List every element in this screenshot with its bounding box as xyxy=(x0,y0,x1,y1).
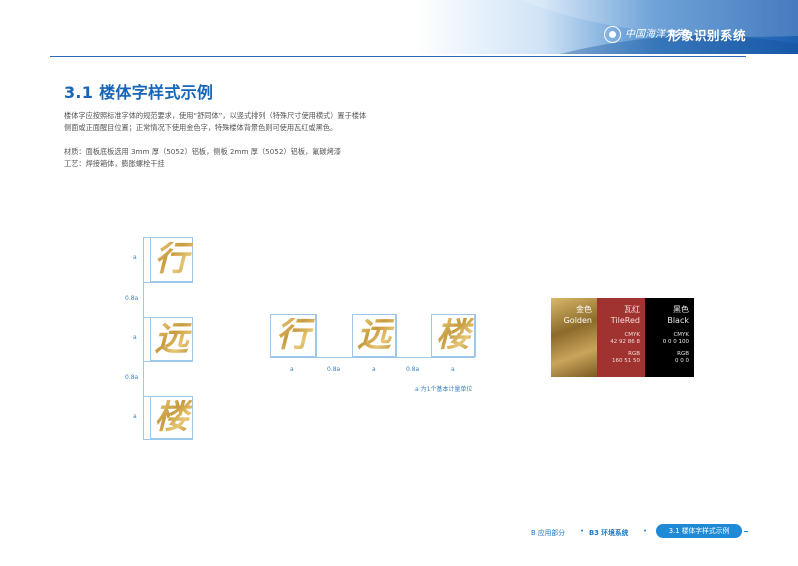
swatch-name-cn: 黑色 xyxy=(673,305,689,314)
intro-line-1: 楼体字应按照标准字体的规范要求，使用“舒同体”，以竖式排列（特殊尺寸使用横式）置… xyxy=(64,111,367,120)
dim-label: 0.8a xyxy=(327,366,341,373)
breadcrumb-separator: • xyxy=(643,527,648,535)
swatch-name-cn: 金色 xyxy=(576,305,592,314)
page-title: 3.1 楼体字样式示例 xyxy=(64,83,214,102)
process-text: 工艺：焊接箱体，膨胀螺栓干挂 xyxy=(64,159,165,168)
vertical-char-1: 行 xyxy=(150,242,193,276)
header-title: 形象识别系统 xyxy=(668,28,747,43)
rgb-label: RGB xyxy=(628,351,640,357)
guide-line xyxy=(396,314,397,357)
swatch-name-en: Golden xyxy=(563,316,592,325)
header-rule xyxy=(50,56,746,57)
breadcrumb-current: 3.1 楼体字样式示例 xyxy=(656,524,742,538)
vertical-char-2: 远 xyxy=(150,322,193,356)
breadcrumb-subsection[interactable]: B3 环境系统 xyxy=(589,527,628,537)
dim-label: 0.8a xyxy=(125,374,139,381)
swatch-tilered: 瓦红 TileRed CMYK 42 92 86 8 RGB 160 51 50 xyxy=(597,298,645,377)
guide-line xyxy=(143,361,193,362)
guide-line xyxy=(143,282,193,283)
vertical-char-3: 楼 xyxy=(150,400,193,434)
swatch-golden: 金色 Golden xyxy=(551,298,597,377)
swatch-name-en: Black xyxy=(667,316,689,325)
intro-text: 楼体字应按照标准字体的规范要求，使用“舒同体”，以竖式排列（特殊尺寸使用横式）置… xyxy=(64,110,444,170)
cmyk-value: 42 92 86 8 xyxy=(610,339,640,345)
rgb-label: RGB xyxy=(677,351,689,357)
dim-label: a xyxy=(133,413,137,420)
cmyk-value: 0 0 0 100 xyxy=(662,339,689,345)
seal-icon xyxy=(604,25,621,43)
unit-note: a 为1个基本计量单位 xyxy=(415,386,473,393)
dim-label: a xyxy=(372,366,376,373)
horizontal-char-2: 远 xyxy=(352,318,396,352)
vertical-dim-line xyxy=(143,237,144,439)
breadcrumb-section[interactable]: B 应用部分 xyxy=(531,527,565,537)
breadcrumb-tail xyxy=(744,531,748,532)
rgb-value: 0 0 0 xyxy=(675,358,689,364)
horizontal-char-1: 行 xyxy=(270,318,316,352)
swatch-name-en: TileRed xyxy=(610,316,640,325)
horizontal-char-3: 楼 xyxy=(431,318,475,352)
material-text: 材质：面板底板选用 3mm 厚（5052）铝板，侧板 2mm 厚（5052）铝板… xyxy=(64,147,341,156)
guide-line xyxy=(316,314,317,357)
dim-label: 0.8a xyxy=(406,366,420,373)
dim-label: a xyxy=(133,254,137,261)
dim-label: a xyxy=(290,366,294,373)
guide-line xyxy=(475,314,476,357)
intro-line-2: 侧面或正面醒目位置；正常情况下使用金色字，特殊楼体背景色则可使用瓦红或黑色。 xyxy=(64,123,338,132)
rgb-value: 160 51 50 xyxy=(612,358,640,364)
dim-label: a xyxy=(133,334,137,341)
dim-label: 0.8a xyxy=(125,295,139,302)
cmyk-label: CMYK xyxy=(624,332,640,338)
guide-line xyxy=(143,439,193,440)
swatch-black: 黑色 Black CMYK 0 0 0 100 RGB 0 0 0 xyxy=(645,298,694,377)
dim-label: a xyxy=(451,366,455,373)
cmyk-label: CMYK xyxy=(673,332,689,338)
swatch-name-cn: 瓦红 xyxy=(624,305,640,314)
breadcrumb-separator: • xyxy=(580,527,585,535)
horizontal-dim-line xyxy=(270,357,475,358)
